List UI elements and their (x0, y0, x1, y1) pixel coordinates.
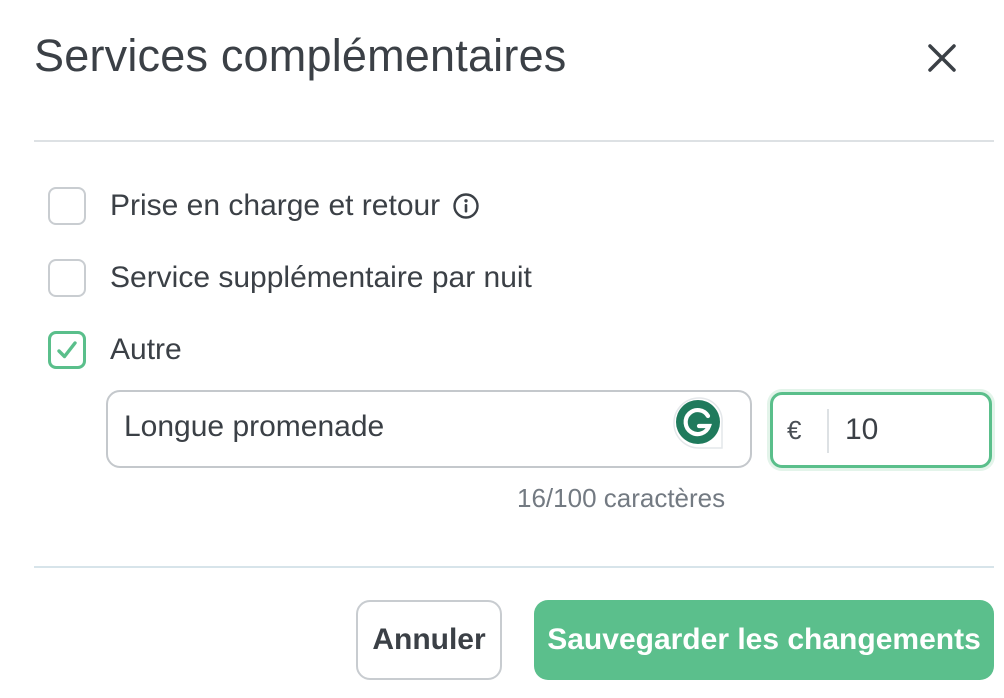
currency-symbol: € (787, 415, 802, 445)
option-other[interactable]: Autre (48, 331, 182, 369)
option-label: Autre (110, 333, 182, 366)
currency-separator (827, 409, 829, 453)
character-counter: 16/100 caractères (517, 483, 726, 513)
option-pickup-return[interactable]: Prise en charge et retour (48, 187, 480, 225)
save-changes-button[interactable]: Sauvegarder les changements (534, 600, 994, 680)
price-input[interactable]: € 10 (770, 392, 992, 468)
close-icon (928, 44, 956, 72)
footer-divider (34, 566, 994, 568)
grammarly-icon[interactable] (672, 396, 726, 450)
info-icon[interactable] (452, 192, 480, 220)
cancel-button[interactable]: Annuler (356, 600, 502, 680)
dialog-title: Services complémentaires (34, 30, 567, 81)
close-button[interactable] (920, 38, 964, 82)
other-service-name-value[interactable]: Longue promenade (124, 410, 384, 444)
checkmark-icon (57, 341, 77, 359)
header-divider (34, 140, 994, 142)
option-label: Prise en charge et retour (110, 189, 441, 222)
price-value[interactable]: 10 (845, 413, 878, 447)
other-service-name-input[interactable]: Longue promenade (106, 390, 752, 468)
checkbox-extra-night-service[interactable] (48, 259, 86, 297)
option-label: Service supplémentaire par nuit (110, 261, 532, 294)
option-extra-night-service[interactable]: Service supplémentaire par nuit (48, 259, 532, 297)
checkbox-pickup-return[interactable] (48, 187, 86, 225)
checkbox-other[interactable] (48, 331, 86, 369)
